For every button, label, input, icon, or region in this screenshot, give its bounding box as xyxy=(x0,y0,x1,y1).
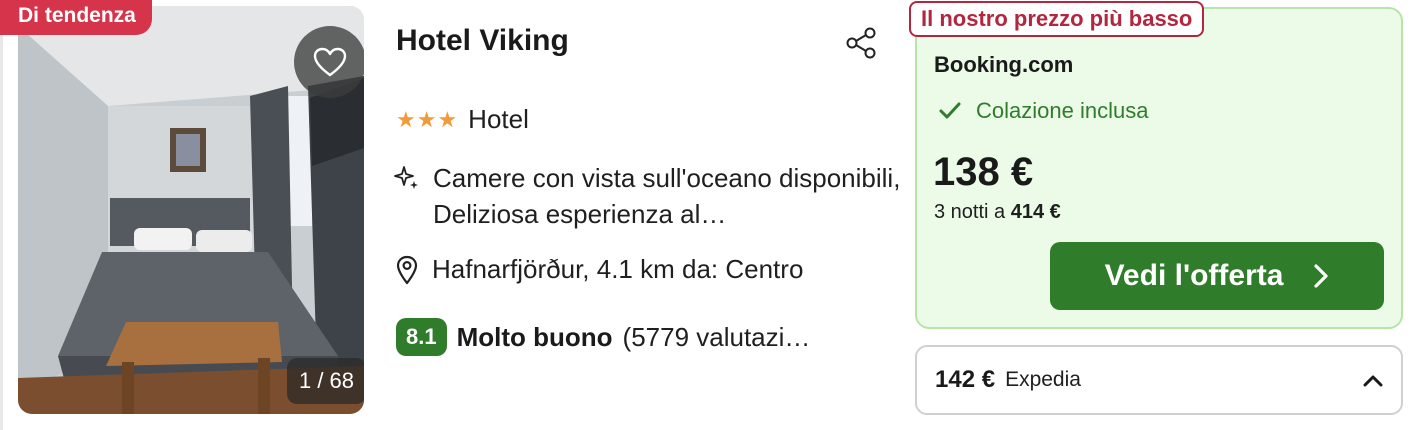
view-offer-button[interactable]: Vedi l'offerta xyxy=(1050,242,1384,310)
view-offer-label: Vedi l'offerta xyxy=(1104,259,1284,292)
perk-text: Colazione inclusa xyxy=(976,98,1149,123)
check-icon xyxy=(939,102,961,119)
share-icon xyxy=(846,27,876,59)
category-row: ★★★ Hotel xyxy=(396,104,529,135)
card-border xyxy=(0,0,3,430)
hotel-name[interactable]: Hotel Viking xyxy=(396,24,569,58)
rating-row[interactable]: 8.1 Molto buono (5779 valutazi… xyxy=(396,318,810,356)
nights-prefix: 3 notti a xyxy=(934,201,1011,223)
offer-provider: Booking.com xyxy=(934,52,1074,77)
highlight-text: Camere con vista sull'oceano disponibili… xyxy=(433,163,901,229)
share-button[interactable] xyxy=(842,26,882,60)
hotel-card: 1 / 68 Di tendenza Hotel Viking ★★★ Hote… xyxy=(0,0,1418,430)
highlight-row: Camere con vista sull'oceano disponibili… xyxy=(393,160,903,232)
map-pin-icon xyxy=(396,255,418,284)
hotel-photo[interactable]: 1 / 68 xyxy=(18,6,364,414)
favorite-button[interactable] xyxy=(294,26,364,98)
alt-offer-row[interactable]: 142 € Expedia xyxy=(915,345,1403,415)
photo-counter: 1 / 68 xyxy=(287,358,364,404)
offer-price: 138 € xyxy=(933,150,1034,194)
lowest-price-tag: Il nostro prezzo più basso xyxy=(909,1,1205,37)
alt-offer-price: 142 € xyxy=(935,366,996,393)
review-count: (5779 valutazi… xyxy=(622,321,811,352)
sparkle-icon xyxy=(394,166,418,189)
chevron-up-icon[interactable] xyxy=(1361,372,1385,388)
heart-icon xyxy=(313,47,347,77)
nights-total: 3 notti a 414 € xyxy=(934,201,1061,224)
trend-badge: Di tendenza xyxy=(0,0,152,35)
rating-label: Molto buono xyxy=(456,321,613,352)
chevron-right-icon xyxy=(1314,264,1329,288)
location-text[interactable]: Hafnarfjörður, 4.1 km da: Centro xyxy=(432,254,803,285)
property-type: Hotel xyxy=(468,104,529,134)
location-row: Hafnarfjörður, 4.1 km da: Centro xyxy=(396,254,803,285)
rating-score: 8.1 xyxy=(396,318,447,356)
alt-offer-provider: Expedia xyxy=(1005,368,1081,391)
star-rating: ★★★ xyxy=(396,106,459,132)
perk-row: Colazione inclusa xyxy=(938,98,1148,124)
total-price: 414 € xyxy=(1010,201,1061,223)
